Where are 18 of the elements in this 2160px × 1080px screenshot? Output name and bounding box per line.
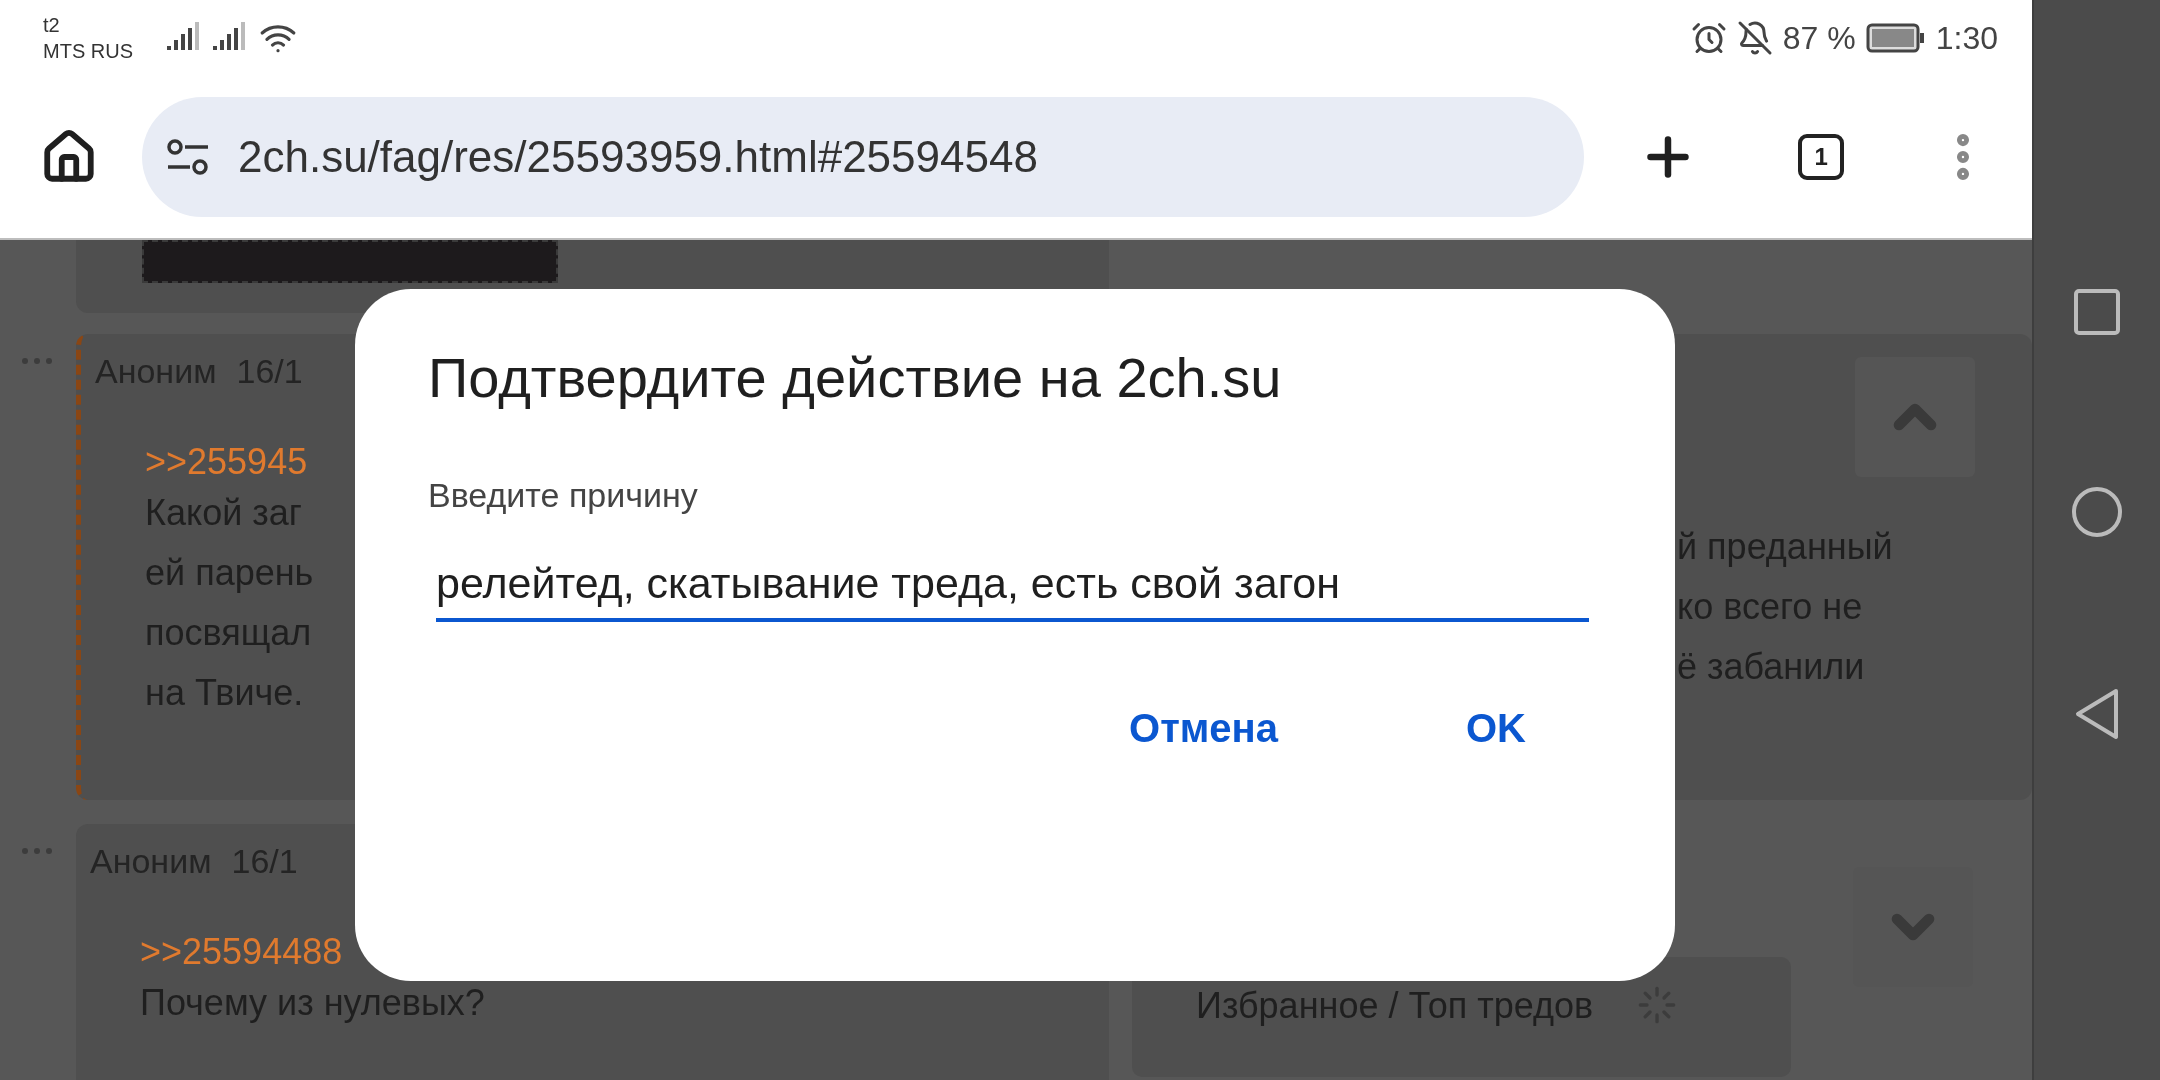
back-icon[interactable] bbox=[2074, 688, 2120, 740]
carrier-label: t2 bbox=[43, 13, 61, 38]
url-text: 2ch.su/fag/res/25593959.html#25594548 bbox=[237, 132, 1038, 182]
bell-off-icon bbox=[1736, 20, 1773, 56]
recents-icon[interactable] bbox=[2073, 288, 2121, 336]
battery-percent: 87 % bbox=[1782, 19, 1856, 57]
clock-time: 1:30 bbox=[1935, 19, 1998, 57]
reason-input[interactable]: релейтед, скатывание треда, есть свой загон bbox=[436, 559, 1589, 622]
field-label: Введите причину bbox=[428, 476, 699, 515]
ok-button[interactable]: OK bbox=[1462, 702, 1530, 755]
site-settings-icon[interactable] bbox=[165, 139, 210, 175]
address-bar[interactable]: 2ch.su/fag/res/25593959.html#25594548 bbox=[141, 97, 1585, 217]
dialog-title: Подтвердите действие на 2ch.su bbox=[428, 345, 1283, 410]
cancel-button[interactable]: Отмена bbox=[1125, 702, 1282, 755]
battery-icon bbox=[1865, 23, 1926, 53]
carrier-label: MTS RUS bbox=[43, 39, 133, 64]
tab-switcher-button[interactable]: 1 bbox=[1798, 134, 1845, 180]
alarm-icon bbox=[1690, 20, 1727, 56]
